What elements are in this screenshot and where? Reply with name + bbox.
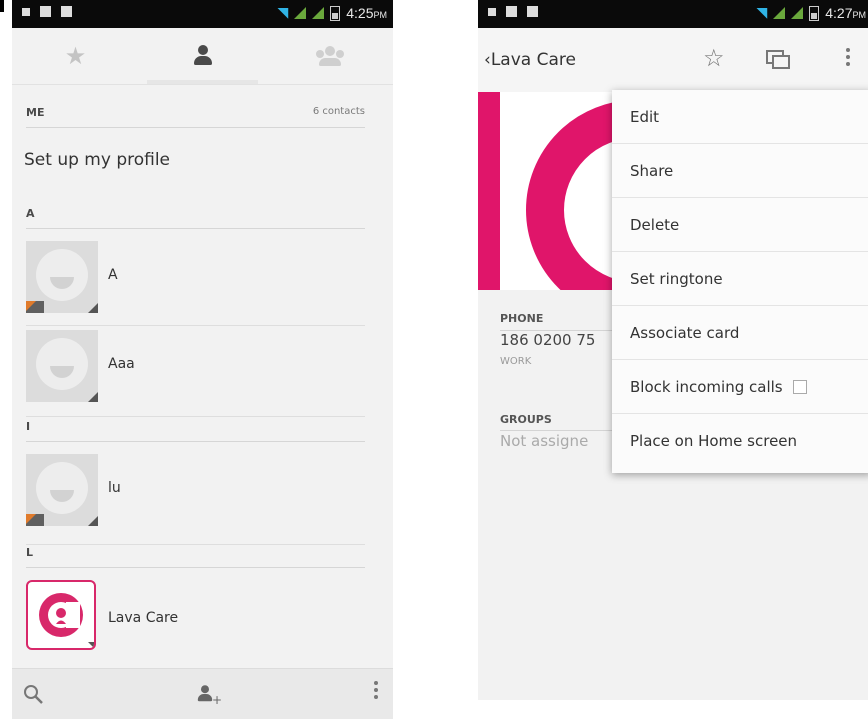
contact-row[interactable]: lu (26, 454, 365, 545)
me-section-header: ME 6 contacts (26, 106, 365, 128)
menu-item-associate-card[interactable]: Associate card (612, 306, 868, 360)
menu-item-edit[interactable]: Edit (612, 90, 868, 144)
notification-icon (22, 7, 30, 16)
tab-contacts[interactable] (139, 28, 266, 84)
contact-avatar (26, 454, 98, 526)
contact-name: A (108, 267, 118, 283)
section-header-a: A (26, 207, 365, 229)
signal-icon (791, 7, 804, 19)
link-contacts-icon[interactable] (766, 50, 790, 69)
contacts-count: 6 contacts (312, 106, 365, 117)
signal-icon (312, 7, 325, 19)
bottom-action-bar: + (12, 668, 393, 719)
status-bar: ◥ 4:27PM (478, 0, 868, 28)
groups-value[interactable]: Not assigne (500, 432, 588, 450)
tab-groups[interactable] (266, 28, 393, 84)
contact-detail-screen: ◥ 4:27PM ‹Lava Care ☆ PHONE 186 0200 75 … (478, 0, 868, 700)
group-icon (315, 46, 344, 66)
status-time: 4:27PM (825, 5, 866, 21)
block-calls-checkbox[interactable] (792, 379, 807, 394)
phone-number[interactable]: 186 0200 75 (500, 331, 595, 349)
favorite-star-icon[interactable]: ☆ (703, 44, 725, 72)
search-icon[interactable] (22, 683, 44, 710)
contact-title: Lava Care (490, 50, 576, 70)
notification-icon (40, 6, 51, 17)
set-up-profile[interactable]: Set up my profile (24, 150, 170, 170)
contact-row[interactable]: A (26, 241, 365, 326)
groups-section-header: GROUPS (500, 413, 552, 426)
overflow-menu-icon[interactable] (846, 48, 850, 66)
phone-section-header: PHONE (500, 312, 544, 325)
section-header-l: L (26, 546, 365, 568)
add-contact-icon[interactable]: + (194, 683, 222, 707)
battery-icon (809, 5, 820, 21)
contact-row[interactable]: Aaa (26, 330, 365, 417)
signal-icon (773, 7, 786, 19)
status-time: 4:25PM (346, 5, 387, 21)
sim-card-icon (26, 301, 44, 313)
wifi-icon: ◥ (756, 5, 768, 21)
notification-icon (488, 7, 496, 16)
sim-card-icon (26, 514, 44, 526)
signal-icon (294, 7, 307, 19)
status-bar: ◥ 4:25PM (12, 0, 393, 28)
person-icon (192, 45, 214, 67)
menu-item-share[interactable]: Share (612, 144, 868, 198)
section-header-i: I (26, 420, 365, 442)
contact-photo (478, 92, 613, 290)
contact-row[interactable]: Lava Care (26, 580, 365, 664)
wifi-icon: ◥ (277, 5, 289, 21)
contact-name: Aaa (108, 356, 135, 372)
action-bar: ‹Lava Care ☆ (478, 28, 868, 92)
lava-care-logo (26, 580, 96, 650)
chevron-left-icon: ‹ (484, 50, 491, 70)
menu-item-block-incoming-calls[interactable]: Block incoming calls (612, 360, 868, 414)
corner-mark (0, 0, 4, 12)
contact-name: Lava Care (108, 610, 179, 626)
menu-item-place-on-home-screen[interactable]: Place on Home screen (612, 414, 868, 468)
battery-icon (330, 5, 341, 21)
menu-item-delete[interactable]: Delete (612, 198, 868, 252)
contact-avatar (26, 330, 98, 402)
notification-icon (61, 6, 72, 17)
notification-icon (527, 6, 538, 17)
phone-type: WORK (500, 356, 532, 367)
contacts-tabs: ★ (12, 28, 393, 85)
overflow-menu: Edit Share Delete Set ringtone Associate… (612, 90, 868, 473)
back-button[interactable]: ‹Lava Care (484, 50, 576, 70)
contact-name: lu (108, 480, 121, 496)
contact-avatar (26, 241, 98, 313)
notification-icon (506, 6, 517, 17)
star-icon: ★ (64, 42, 87, 70)
tab-favorites[interactable]: ★ (12, 28, 139, 84)
contacts-list-screen: ◥ 4:25PM ★ ME 6 contacts Set up my profi… (12, 0, 393, 719)
menu-item-set-ringtone[interactable]: Set ringtone (612, 252, 868, 306)
overflow-menu-icon[interactable] (374, 681, 378, 699)
